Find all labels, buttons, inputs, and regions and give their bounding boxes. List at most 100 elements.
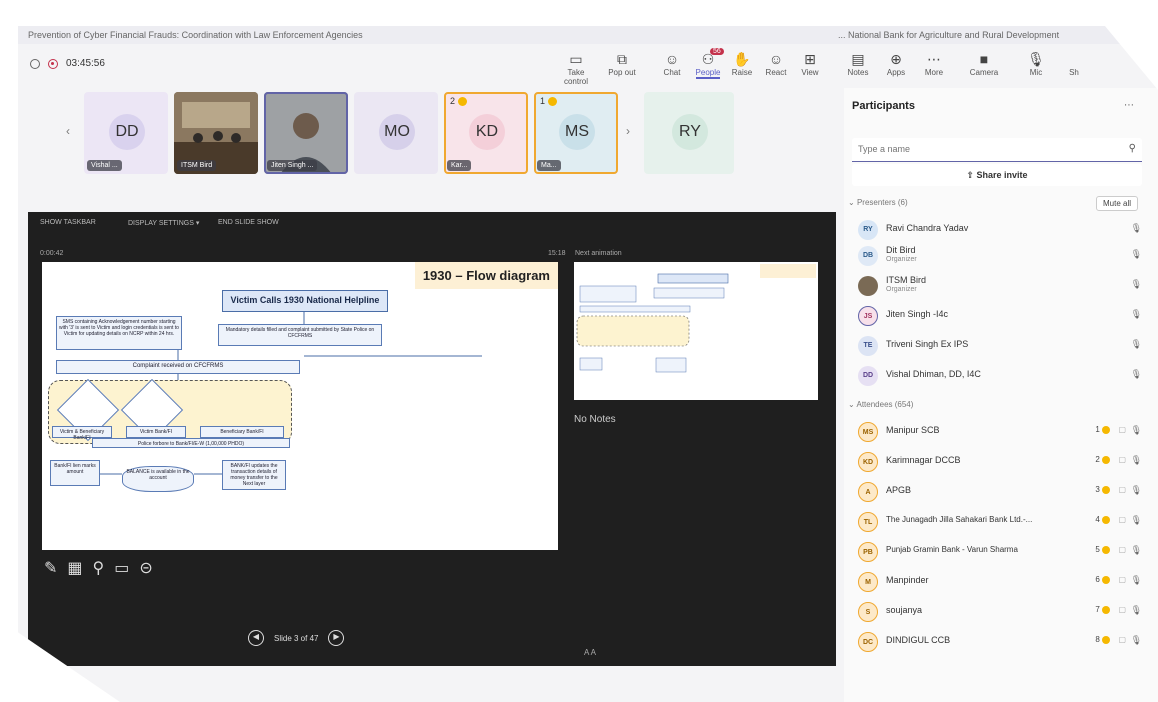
participant-row[interactable]: RY Ravi Chandra Yadav 🎙 xyxy=(852,218,1144,244)
raised-hand-order: 4 xyxy=(1095,515,1110,524)
mic-off-icon: 🎙 xyxy=(1130,249,1142,259)
participant-name: Manipur SCB xyxy=(886,425,940,435)
speaker-notes: No Notes xyxy=(574,414,616,425)
video-tile-vishal[interactable]: DD Vishal ... xyxy=(84,92,168,174)
raised-hand-icon xyxy=(1102,545,1110,554)
raised-hand-icon xyxy=(1102,425,1110,434)
elapsed-time: 03:45:56 xyxy=(66,58,105,69)
mic-icon: 🎙 xyxy=(1130,545,1142,555)
video-tile-ms[interactable]: 1 MS Ma... xyxy=(534,92,618,174)
panel-more-icon[interactable]: ⋯ xyxy=(1124,100,1134,111)
participant-role: Organizer xyxy=(886,286,917,293)
slide-counter: Slide 3 of 47 xyxy=(274,633,319,643)
participant-row[interactable]: TE Triveni Singh Ex IPS 🎙 xyxy=(852,334,1144,360)
raised-hand-indicator: 2 xyxy=(450,96,467,107)
zoom-icon[interactable]: ⚲ xyxy=(93,558,105,578)
pop-out-button[interactable]: ⧉ Pop out xyxy=(604,50,640,77)
avatar: MS xyxy=(858,422,878,442)
pen-icon[interactable]: ✎ xyxy=(44,558,57,578)
participant-row[interactable]: DC DINDIGUL CCB 8 ▢ 🎙 xyxy=(852,630,1144,656)
react-button[interactable]: ☺ React xyxy=(758,50,794,77)
participant-row[interactable]: MS Manipur SCB 1 ▢ 🎙 xyxy=(852,420,1144,446)
camera-button[interactable]: ■ Camera xyxy=(966,50,1002,77)
video-tile-jiten-singh[interactable]: Jiten Singh ... xyxy=(264,92,348,174)
mic-icon: 🎙 xyxy=(1130,635,1142,645)
more-button[interactable]: ⋯ More xyxy=(916,50,952,77)
participant-row[interactable]: KD Karimnagar DCCB 2 ▢ 🎙 xyxy=(852,450,1144,476)
participant-row[interactable]: A APGB 3 ▢ 🎙 xyxy=(852,480,1144,506)
chat-icon: ▢ xyxy=(1118,605,1126,614)
meeting-toolbar: 03:45:56 ▭ Take control ⧉ Pop out ☺ Chat… xyxy=(18,44,1158,88)
strip-prev-arrow[interactable]: ‹ xyxy=(66,124,70,138)
raise-hand-icon: ✋ xyxy=(733,51,751,67)
attendees-section-header[interactable]: ⌄ Attendees (654) xyxy=(848,400,913,409)
participant-name: ITSM Bird xyxy=(886,275,927,285)
mic-icon: 🎙 xyxy=(1130,575,1142,585)
participant-row[interactable]: PB Punjab Gramin Bank - Varun Sharma 5 ▢… xyxy=(852,540,1144,566)
search-input[interactable] xyxy=(852,138,1112,160)
video-tile-kd[interactable]: 2 KD Kar... xyxy=(444,92,528,174)
avatar: DD xyxy=(109,114,145,150)
video-tile-ry[interactable]: RY xyxy=(644,92,734,174)
avatar: MS xyxy=(559,114,595,150)
next-animation-label: Next animation xyxy=(575,250,622,257)
notes-font-size-icon[interactable]: A A xyxy=(584,648,596,657)
avatar: RY xyxy=(858,220,878,240)
chat-icon: ▢ xyxy=(1118,515,1126,524)
end-slide-show-button[interactable]: END SLIDE SHOW xyxy=(218,219,279,226)
raised-hand-icon xyxy=(1102,575,1110,584)
notes-button[interactable]: ▤ Notes xyxy=(840,50,876,77)
participant-row[interactable]: DD Vishal Dhiman, DD, I4C 🎙 xyxy=(852,364,1144,390)
participant-name: soujanya xyxy=(886,605,923,615)
raise-hand-button[interactable]: ✋ Raise xyxy=(724,50,760,77)
share-invite-button[interactable]: ⇪ Share invite xyxy=(852,164,1142,186)
next-slide-icon[interactable]: ▶ xyxy=(328,630,345,646)
chat-button[interactable]: ☺ Chat xyxy=(654,50,690,77)
screen-icon[interactable]: ▭ xyxy=(114,558,129,578)
raised-hand-order: 3 xyxy=(1095,485,1110,494)
panel-title: Participants xyxy=(852,100,915,112)
participant-name: Manpinder xyxy=(886,575,929,585)
display-settings-button[interactable]: DISPLAY SETTINGS ▾ xyxy=(128,219,199,227)
recording-icon xyxy=(48,58,58,69)
participant-row[interactable]: M Manpinder 6 ▢ 🎙 xyxy=(852,570,1144,596)
take-control-button[interactable]: ▭ Take control xyxy=(558,50,594,86)
people-button[interactable]: ⚇ 56 People xyxy=(690,48,726,79)
chat-icon: ▢ xyxy=(1118,635,1126,644)
mic-icon: 🎙 xyxy=(1130,339,1142,349)
raised-hand-order: 8 xyxy=(1095,635,1110,644)
more-options-icon[interactable]: ⊝ xyxy=(139,558,152,578)
tile-name: Jiten Singh ... xyxy=(267,160,318,171)
avatar: JS xyxy=(858,306,878,326)
shield-icon xyxy=(30,58,40,69)
presenters-section-header[interactable]: ⌄ Presenters (6) xyxy=(848,198,908,207)
participant-row[interactable]: ITSM Bird Organizer 🎙 xyxy=(852,274,1144,300)
participant-row[interactable]: S soujanya 7 ▢ 🎙 xyxy=(852,600,1144,626)
raised-hand-indicator: 1 xyxy=(540,96,557,107)
avatar: DB xyxy=(858,246,878,266)
chat-icon: ☺ xyxy=(664,51,680,67)
show-taskbar-button[interactable]: SHOW TASKBAR xyxy=(40,219,96,226)
avatar: PB xyxy=(858,542,878,562)
share-button[interactable]: Sh xyxy=(1064,50,1084,77)
participant-name: Dit Bird xyxy=(886,245,916,255)
all-slides-icon[interactable]: ▦ xyxy=(67,558,82,578)
mic-button[interactable]: 🎙 Mic xyxy=(1018,50,1054,77)
participant-name: The Junagadh Jilla Sahakari Bank Ltd.-..… xyxy=(886,515,1033,524)
participant-row[interactable]: DB Dit Bird Organizer 🎙 xyxy=(852,244,1144,270)
react-icon: ☺ xyxy=(768,51,784,67)
raised-hand-order: 5 xyxy=(1095,545,1110,554)
apps-button[interactable]: ⊕ Apps xyxy=(878,50,914,77)
raised-hand-order: 1 xyxy=(1095,425,1110,434)
mute-all-button[interactable]: Mute all xyxy=(1095,196,1138,211)
search-icon[interactable]: ⚲ xyxy=(1129,143,1136,154)
previous-slide-icon[interactable]: ◀ xyxy=(248,630,264,646)
video-tile-itsm-bird[interactable]: ITSM Bird xyxy=(174,92,258,174)
participant-row[interactable]: TL The Junagadh Jilla Sahakari Bank Ltd.… xyxy=(852,510,1144,536)
strip-next-arrow[interactable]: › xyxy=(626,124,630,138)
view-button[interactable]: ⊞ View xyxy=(792,50,828,77)
view-icon: ⊞ xyxy=(804,51,816,67)
participant-row[interactable]: JS Jiten Singh -I4c 🎙 xyxy=(852,304,1144,330)
raised-hand-icon xyxy=(1102,515,1110,524)
video-tile-mo[interactable]: MO xyxy=(354,92,438,174)
